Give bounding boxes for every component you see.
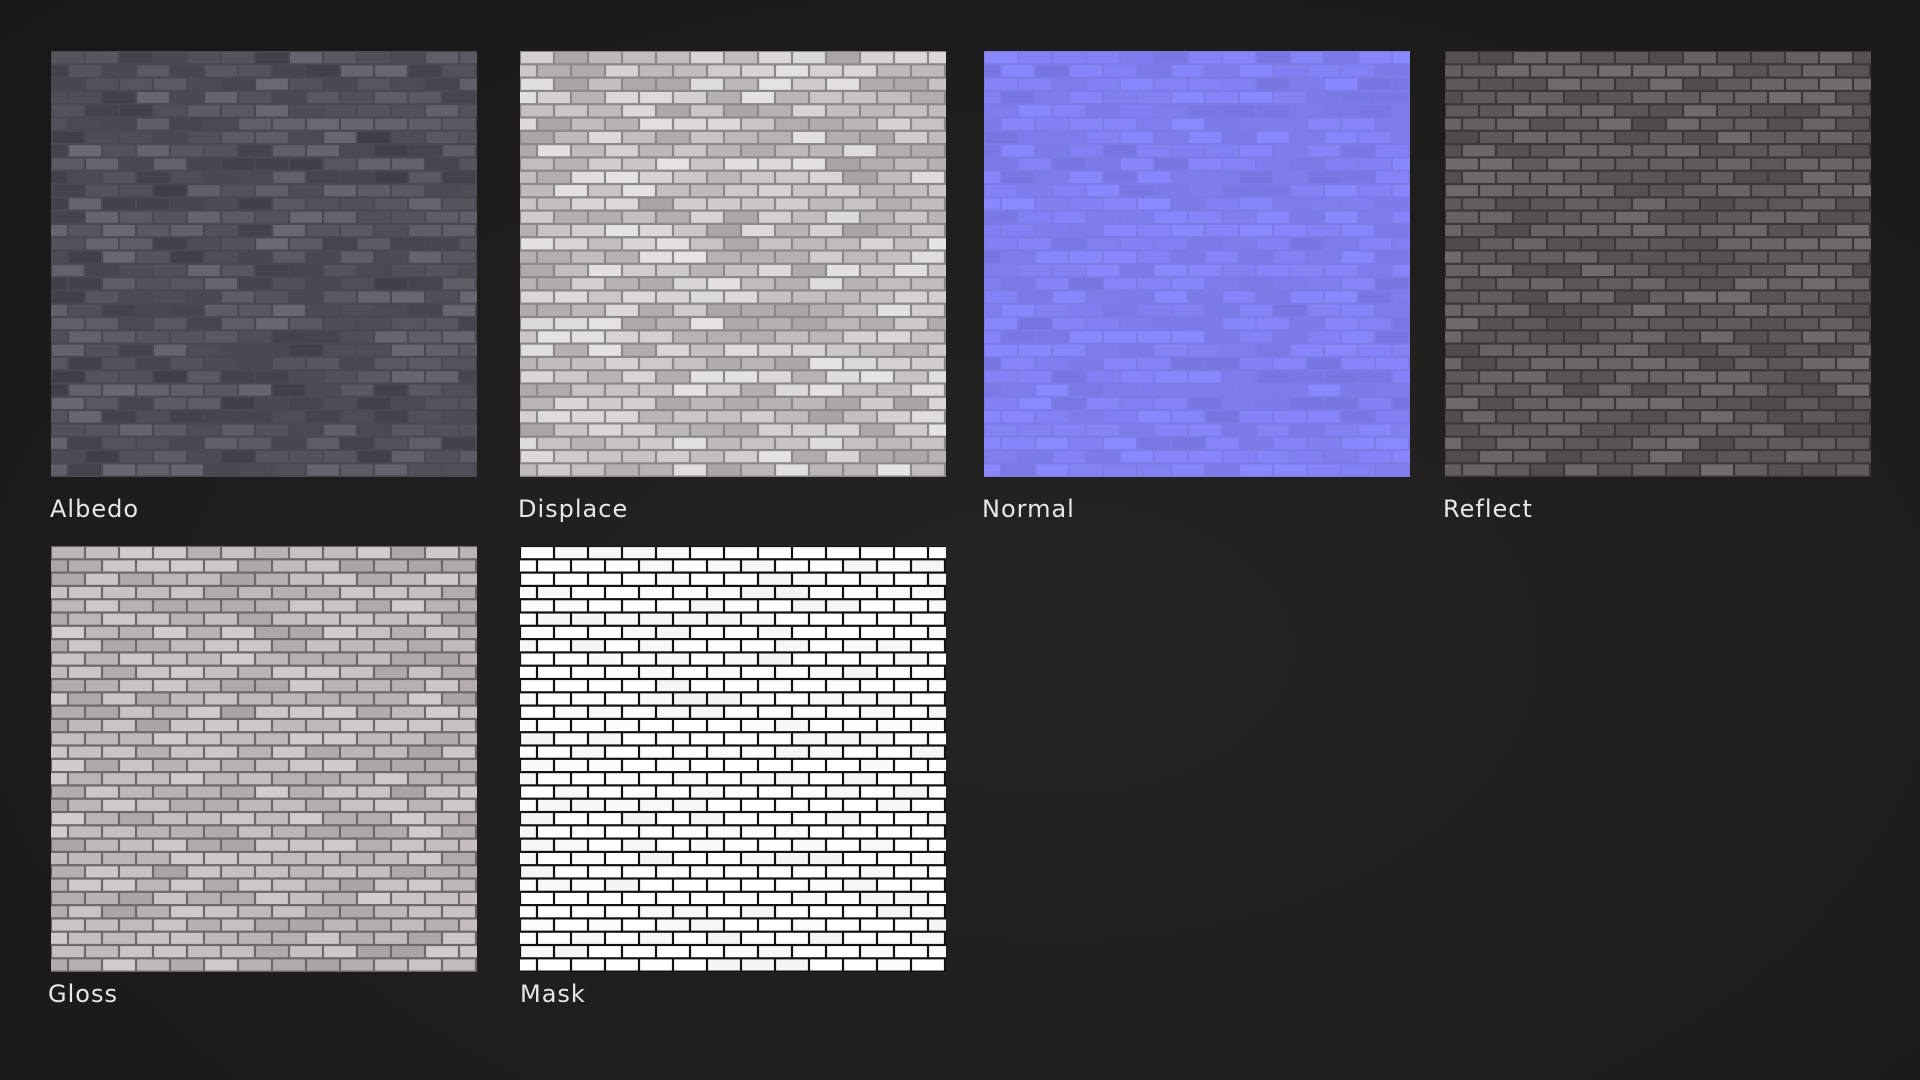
- map-label-albedo: Albedo: [50, 495, 140, 523]
- map-tile-mask[interactable]: Mask: [520, 546, 946, 1008]
- map-tile-gloss[interactable]: Gloss: [48, 546, 477, 1008]
- map-tile-normal[interactable]: Normal: [982, 51, 1410, 523]
- map-label-normal: Normal: [982, 495, 1075, 523]
- displace-texture-swatch[interactable]: [520, 51, 946, 477]
- map-label-mask: Mask: [520, 980, 586, 1008]
- reflection-texture-icon: [1445, 51, 1871, 477]
- map-tile-displace[interactable]: Displace: [518, 51, 946, 523]
- map-label-reflect: Reflect: [1443, 495, 1533, 523]
- mask-texture-icon: [520, 546, 946, 972]
- gloss-texture-icon: [51, 546, 477, 972]
- albedo-texture-icon: [51, 51, 477, 477]
- displacement-texture-icon: [520, 51, 946, 477]
- map-tile-albedo[interactable]: Albedo: [50, 51, 477, 523]
- map-label-gloss: Gloss: [48, 980, 118, 1008]
- normal-texture-swatch[interactable]: [984, 51, 1410, 477]
- map-label-displace: Displace: [518, 495, 629, 523]
- gloss-texture-swatch[interactable]: [51, 546, 477, 972]
- mask-texture-swatch[interactable]: [520, 546, 946, 972]
- map-tile-reflect[interactable]: Reflect: [1443, 51, 1871, 523]
- normal-map-texture-icon: [984, 51, 1410, 477]
- albedo-texture-swatch[interactable]: [51, 51, 477, 477]
- reflect-texture-swatch[interactable]: [1445, 51, 1871, 477]
